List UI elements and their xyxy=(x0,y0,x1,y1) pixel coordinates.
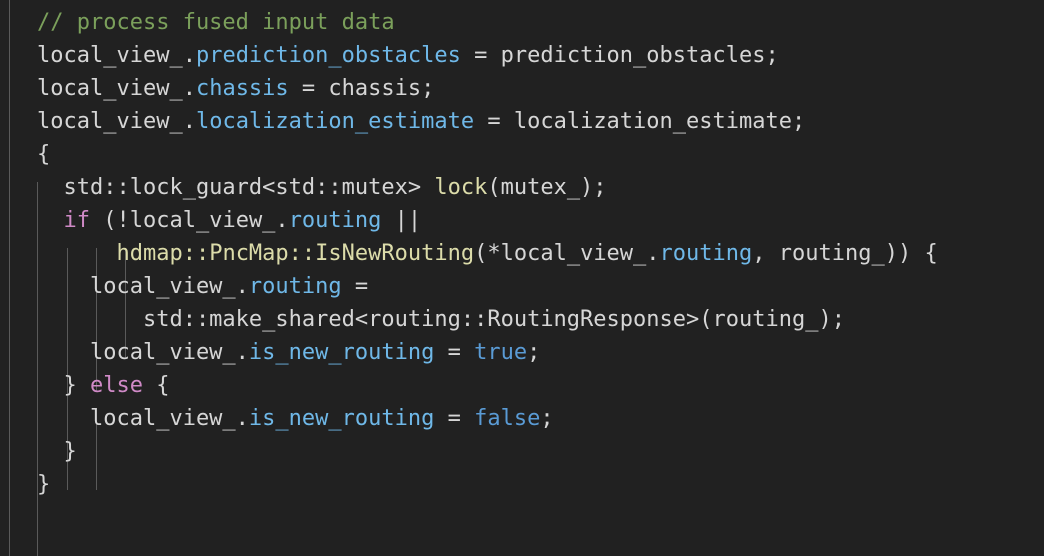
code-token-default: local_view_. xyxy=(37,109,196,134)
code-token-default: || xyxy=(381,208,422,233)
code-token-comment: // process fused input data xyxy=(37,10,395,35)
code-token-default: std::lock_guard<std::mutex> xyxy=(37,175,435,200)
code-token-default: local_view_. xyxy=(37,274,249,299)
code-token-property: routing xyxy=(288,208,382,233)
code-token-default: = chassis; xyxy=(288,76,435,101)
code-token-default: local_view_. xyxy=(37,406,249,431)
code-line[interactable]: local_view_.is_new_routing = false; xyxy=(0,402,1044,435)
code-line[interactable]: local_view_.is_new_routing = true; xyxy=(0,336,1044,369)
code-line[interactable]: } xyxy=(0,468,1044,501)
code-token-default: } xyxy=(37,373,90,398)
code-token-default: { xyxy=(142,373,170,398)
code-token-default: (!local_view_. xyxy=(90,208,289,233)
code-line[interactable]: local_view_.prediction_obstacles = predi… xyxy=(0,39,1044,72)
code-token-default: = xyxy=(434,340,475,365)
code-line[interactable]: if (!local_view_.routing || xyxy=(0,204,1044,237)
code-token-default: ; xyxy=(527,340,541,365)
code-content[interactable]: // process fused input data local_view_.p… xyxy=(0,6,1044,501)
code-token-default: = prediction_obstacles; xyxy=(460,43,779,68)
code-token-default: local_view_. xyxy=(37,43,196,68)
code-line[interactable]: // process fused input data xyxy=(0,6,1044,39)
code-line[interactable]: local_view_.routing = xyxy=(0,270,1044,303)
code-token-literal: false xyxy=(474,406,541,431)
code-token-function: lock xyxy=(434,175,488,200)
code-token-property: chassis xyxy=(195,76,289,101)
code-line[interactable]: hdmap::PncMap::IsNewRouting(*local_view_… xyxy=(0,237,1044,270)
code-token-default: = xyxy=(341,274,369,299)
code-token-property: is_new_routing xyxy=(248,340,435,365)
code-token-default: , routing_)) { xyxy=(752,241,938,266)
code-token-default: } xyxy=(37,472,51,497)
code-token-default: = localization_estimate; xyxy=(474,109,806,134)
code-token-keyword: else xyxy=(89,373,143,398)
code-token-default xyxy=(37,208,64,233)
code-token-property: routing xyxy=(659,241,753,266)
code-line[interactable]: } else { xyxy=(0,369,1044,402)
code-token-default: } xyxy=(37,439,77,464)
code-token-default: = xyxy=(434,406,475,431)
code-token-default xyxy=(37,241,116,266)
code-token-literal: true xyxy=(474,340,528,365)
code-line[interactable]: local_view_.chassis = chassis; xyxy=(0,72,1044,105)
code-line[interactable]: { xyxy=(0,138,1044,171)
code-line[interactable]: std::lock_guard<std::mutex> lock(mutex_)… xyxy=(0,171,1044,204)
code-line[interactable]: local_view_.localization_estimate = loca… xyxy=(0,105,1044,138)
code-token-property: routing xyxy=(248,274,342,299)
code-token-default: (*local_view_. xyxy=(474,241,660,266)
code-token-default: local_view_. xyxy=(37,76,196,101)
code-line[interactable]: std::make_shared<routing::RoutingRespons… xyxy=(0,303,1044,336)
code-line[interactable]: } xyxy=(0,435,1044,468)
code-token-default: ; xyxy=(540,406,554,431)
code-token-default: (mutex_); xyxy=(487,175,607,200)
code-token-property: localization_estimate xyxy=(195,109,475,134)
code-token-default: local_view_. xyxy=(37,340,249,365)
code-token-property: prediction_obstacles xyxy=(195,43,461,68)
code-token-default: std::make_shared<routing::RoutingRespons… xyxy=(37,307,845,332)
code-token-function: hdmap::PncMap::IsNewRouting xyxy=(116,241,475,266)
code-token-property: is_new_routing xyxy=(248,406,435,431)
code-token-default: { xyxy=(37,142,51,167)
code-editor[interactable]: // process fused input data local_view_.p… xyxy=(0,0,1044,556)
code-token-keyword: if xyxy=(63,208,91,233)
